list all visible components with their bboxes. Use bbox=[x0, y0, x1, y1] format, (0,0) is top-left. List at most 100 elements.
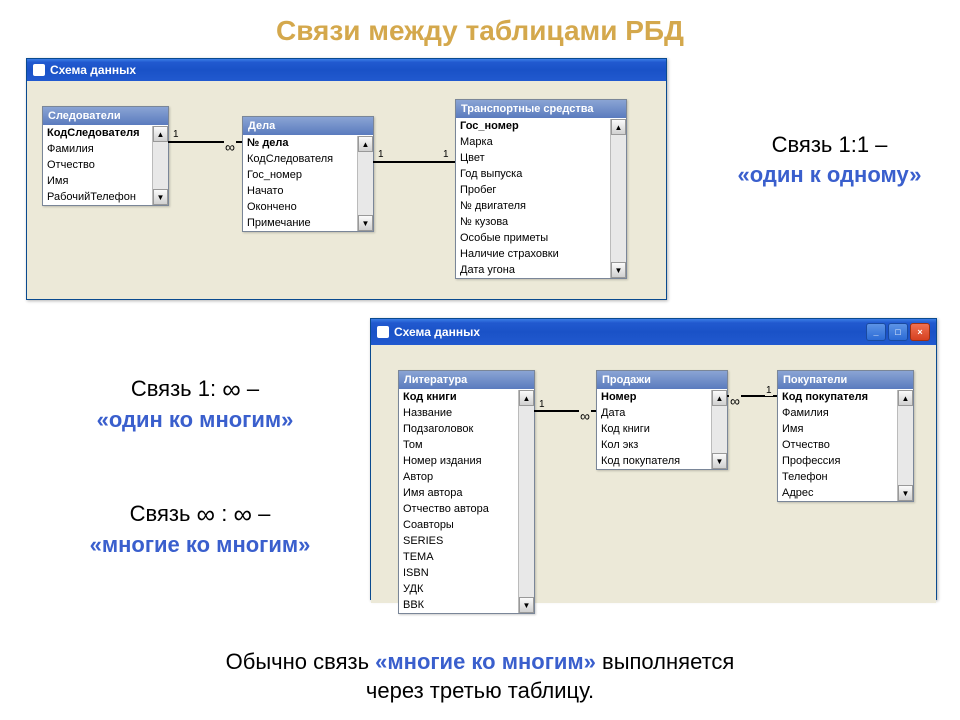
relation-1-inf-text: Связь 1: ∞ – «один ко многим» bbox=[45, 370, 345, 435]
scroll-down-icon[interactable]: ▼ bbox=[358, 215, 373, 231]
entity-field: УДК bbox=[399, 581, 534, 597]
entity-fields: КодСледователя Фамилия Отчество Имя Рабо… bbox=[43, 125, 168, 205]
entity-field: Отчество bbox=[778, 437, 913, 453]
entity-field: Соавторы bbox=[399, 517, 534, 533]
relation-1-1-text: Связь 1:1 – «один к одному» bbox=[712, 130, 947, 189]
scroll-up-icon[interactable]: ▲ bbox=[358, 136, 373, 152]
entity-header: Продажи bbox=[597, 371, 727, 389]
scroll-up-icon[interactable]: ▲ bbox=[153, 126, 168, 142]
entity-field: ISBN bbox=[399, 565, 534, 581]
minimize-button[interactable]: _ bbox=[866, 323, 886, 341]
scrollbar[interactable]: ▲ ▼ bbox=[357, 136, 373, 231]
cardinality-label: 1 bbox=[538, 399, 546, 410]
entity-field: Код покупателя bbox=[597, 453, 727, 469]
entity-field: ВВК bbox=[399, 597, 534, 613]
entity-fields: Номер Дата Код книги Кол экз Код покупат… bbox=[597, 389, 727, 469]
entity-field: Имя автора bbox=[399, 485, 534, 501]
entity-investigators[interactable]: Следователи КодСледователя Фамилия Отчес… bbox=[42, 106, 169, 206]
entity-field: Гос_номер bbox=[243, 167, 373, 183]
scrollbar[interactable]: ▲ ▼ bbox=[897, 390, 913, 501]
cardinality-label: ∞ bbox=[579, 408, 591, 424]
entity-field: Примечание bbox=[243, 215, 373, 231]
scroll-down-icon[interactable]: ▼ bbox=[519, 597, 534, 613]
entity-field: SERIES bbox=[399, 533, 534, 549]
scroll-down-icon[interactable]: ▼ bbox=[611, 262, 626, 278]
window-buttons: _ □ × bbox=[866, 323, 930, 341]
entity-field: Особые приметы bbox=[456, 230, 626, 246]
entity-field: Том bbox=[399, 437, 534, 453]
scroll-down-icon[interactable]: ▼ bbox=[898, 485, 913, 501]
entity-field: Имя bbox=[778, 421, 913, 437]
entity-field: Название bbox=[399, 405, 534, 421]
scroll-down-icon[interactable]: ▼ bbox=[712, 453, 727, 469]
entity-fields: Гос_номер Марка Цвет Год выпуска Пробег … bbox=[456, 118, 626, 278]
relation-caption: Связь 1: ∞ – bbox=[45, 370, 345, 405]
relation-name: «один ко многим» bbox=[45, 405, 345, 435]
entity-literature[interactable]: Литература Код книги Название Подзаголов… bbox=[398, 370, 535, 614]
entity-header: Литература bbox=[399, 371, 534, 389]
scroll-track[interactable] bbox=[611, 135, 626, 262]
entity-field: Дата bbox=[597, 405, 727, 421]
scroll-track[interactable] bbox=[898, 406, 913, 485]
window-title: Схема данных bbox=[394, 325, 480, 339]
entity-field: Год выпуска bbox=[456, 166, 626, 182]
cardinality-label: 1 bbox=[765, 385, 773, 396]
entity-header: Дела bbox=[243, 117, 373, 135]
entity-field: Окончено bbox=[243, 199, 373, 215]
entity-field: Адрес bbox=[778, 485, 913, 501]
titlebar[interactable]: Схема данных bbox=[27, 59, 666, 81]
entity-field: Код книги bbox=[399, 389, 534, 405]
scroll-up-icon[interactable]: ▲ bbox=[611, 119, 626, 135]
entity-field: Марка bbox=[456, 134, 626, 150]
relation-inf-inf-text: Связь ∞ : ∞ – «многие ко многим» bbox=[45, 495, 355, 560]
relation-name: «многие ко многим» bbox=[45, 530, 355, 560]
scroll-track[interactable] bbox=[519, 406, 534, 597]
cardinality-label: 1 bbox=[442, 149, 450, 160]
cardinality-label: 1 bbox=[172, 129, 180, 140]
cardinality-label: 1 bbox=[377, 149, 385, 160]
entity-field: КодСледователя bbox=[43, 125, 168, 141]
scroll-up-icon[interactable]: ▲ bbox=[712, 390, 727, 406]
titlebar[interactable]: Схема данных _ □ × bbox=[371, 319, 936, 345]
entity-field: Отчество автора bbox=[399, 501, 534, 517]
entity-field: Пробег bbox=[456, 182, 626, 198]
entity-buyers[interactable]: Покупатели Код покупателя Фамилия Имя От… bbox=[777, 370, 914, 502]
entity-field: Гос_номер bbox=[456, 118, 626, 134]
scroll-track[interactable] bbox=[358, 152, 373, 215]
entity-field: РабочийТелефон bbox=[43, 189, 168, 205]
maximize-button[interactable]: □ bbox=[888, 323, 908, 341]
entity-sales[interactable]: Продажи Номер Дата Код книги Кол экз Код… bbox=[596, 370, 728, 470]
relation-caption: Связь 1:1 – bbox=[712, 130, 947, 160]
entity-field: Код книги bbox=[597, 421, 727, 437]
schema-window-1: Схема данных Следователи КодСледователя … bbox=[26, 58, 667, 300]
entity-field: Номер издания bbox=[399, 453, 534, 469]
entity-header: Покупатели bbox=[778, 371, 913, 389]
relation-caption: Связь ∞ : ∞ – bbox=[45, 495, 355, 530]
scrollbar[interactable]: ▲ ▼ bbox=[610, 119, 626, 278]
scroll-down-icon[interactable]: ▼ bbox=[153, 189, 168, 205]
entity-cases[interactable]: Дела № дела КодСледователя Гос_номер Нач… bbox=[242, 116, 374, 232]
close-button[interactable]: × bbox=[910, 323, 930, 341]
entity-field: Цвет bbox=[456, 150, 626, 166]
entity-field: Код покупателя bbox=[778, 389, 913, 405]
scrollbar[interactable]: ▲ ▼ bbox=[711, 390, 727, 469]
schema-body-2[interactable]: Литература Код книги Название Подзаголов… bbox=[371, 345, 936, 603]
schema-body-1[interactable]: Следователи КодСледователя Фамилия Отчес… bbox=[27, 81, 666, 299]
page-title: Связи между таблицами РБД bbox=[0, 0, 960, 55]
entity-field: Автор bbox=[399, 469, 534, 485]
scroll-up-icon[interactable]: ▲ bbox=[519, 390, 534, 406]
footer-note: Обычно связь «многие ко многим» выполняе… bbox=[0, 647, 960, 706]
scroll-track[interactable] bbox=[153, 142, 168, 189]
relationship-line[interactable] bbox=[373, 161, 455, 163]
entity-header: Следователи bbox=[43, 107, 168, 125]
scrollbar[interactable]: ▲ ▼ bbox=[152, 126, 168, 205]
entity-field: КодСледователя bbox=[243, 151, 373, 167]
relation-name: «один к одному» bbox=[712, 160, 947, 190]
entity-field: Телефон bbox=[778, 469, 913, 485]
schema-window-2: Схема данных _ □ × Литература Код книги … bbox=[370, 318, 937, 600]
entity-vehicles[interactable]: Транспортные средства Гос_номер Марка Цв… bbox=[455, 99, 627, 279]
scrollbar[interactable]: ▲ ▼ bbox=[518, 390, 534, 613]
scroll-up-icon[interactable]: ▲ bbox=[898, 390, 913, 406]
scroll-track[interactable] bbox=[712, 406, 727, 453]
entity-field: Имя bbox=[43, 173, 168, 189]
